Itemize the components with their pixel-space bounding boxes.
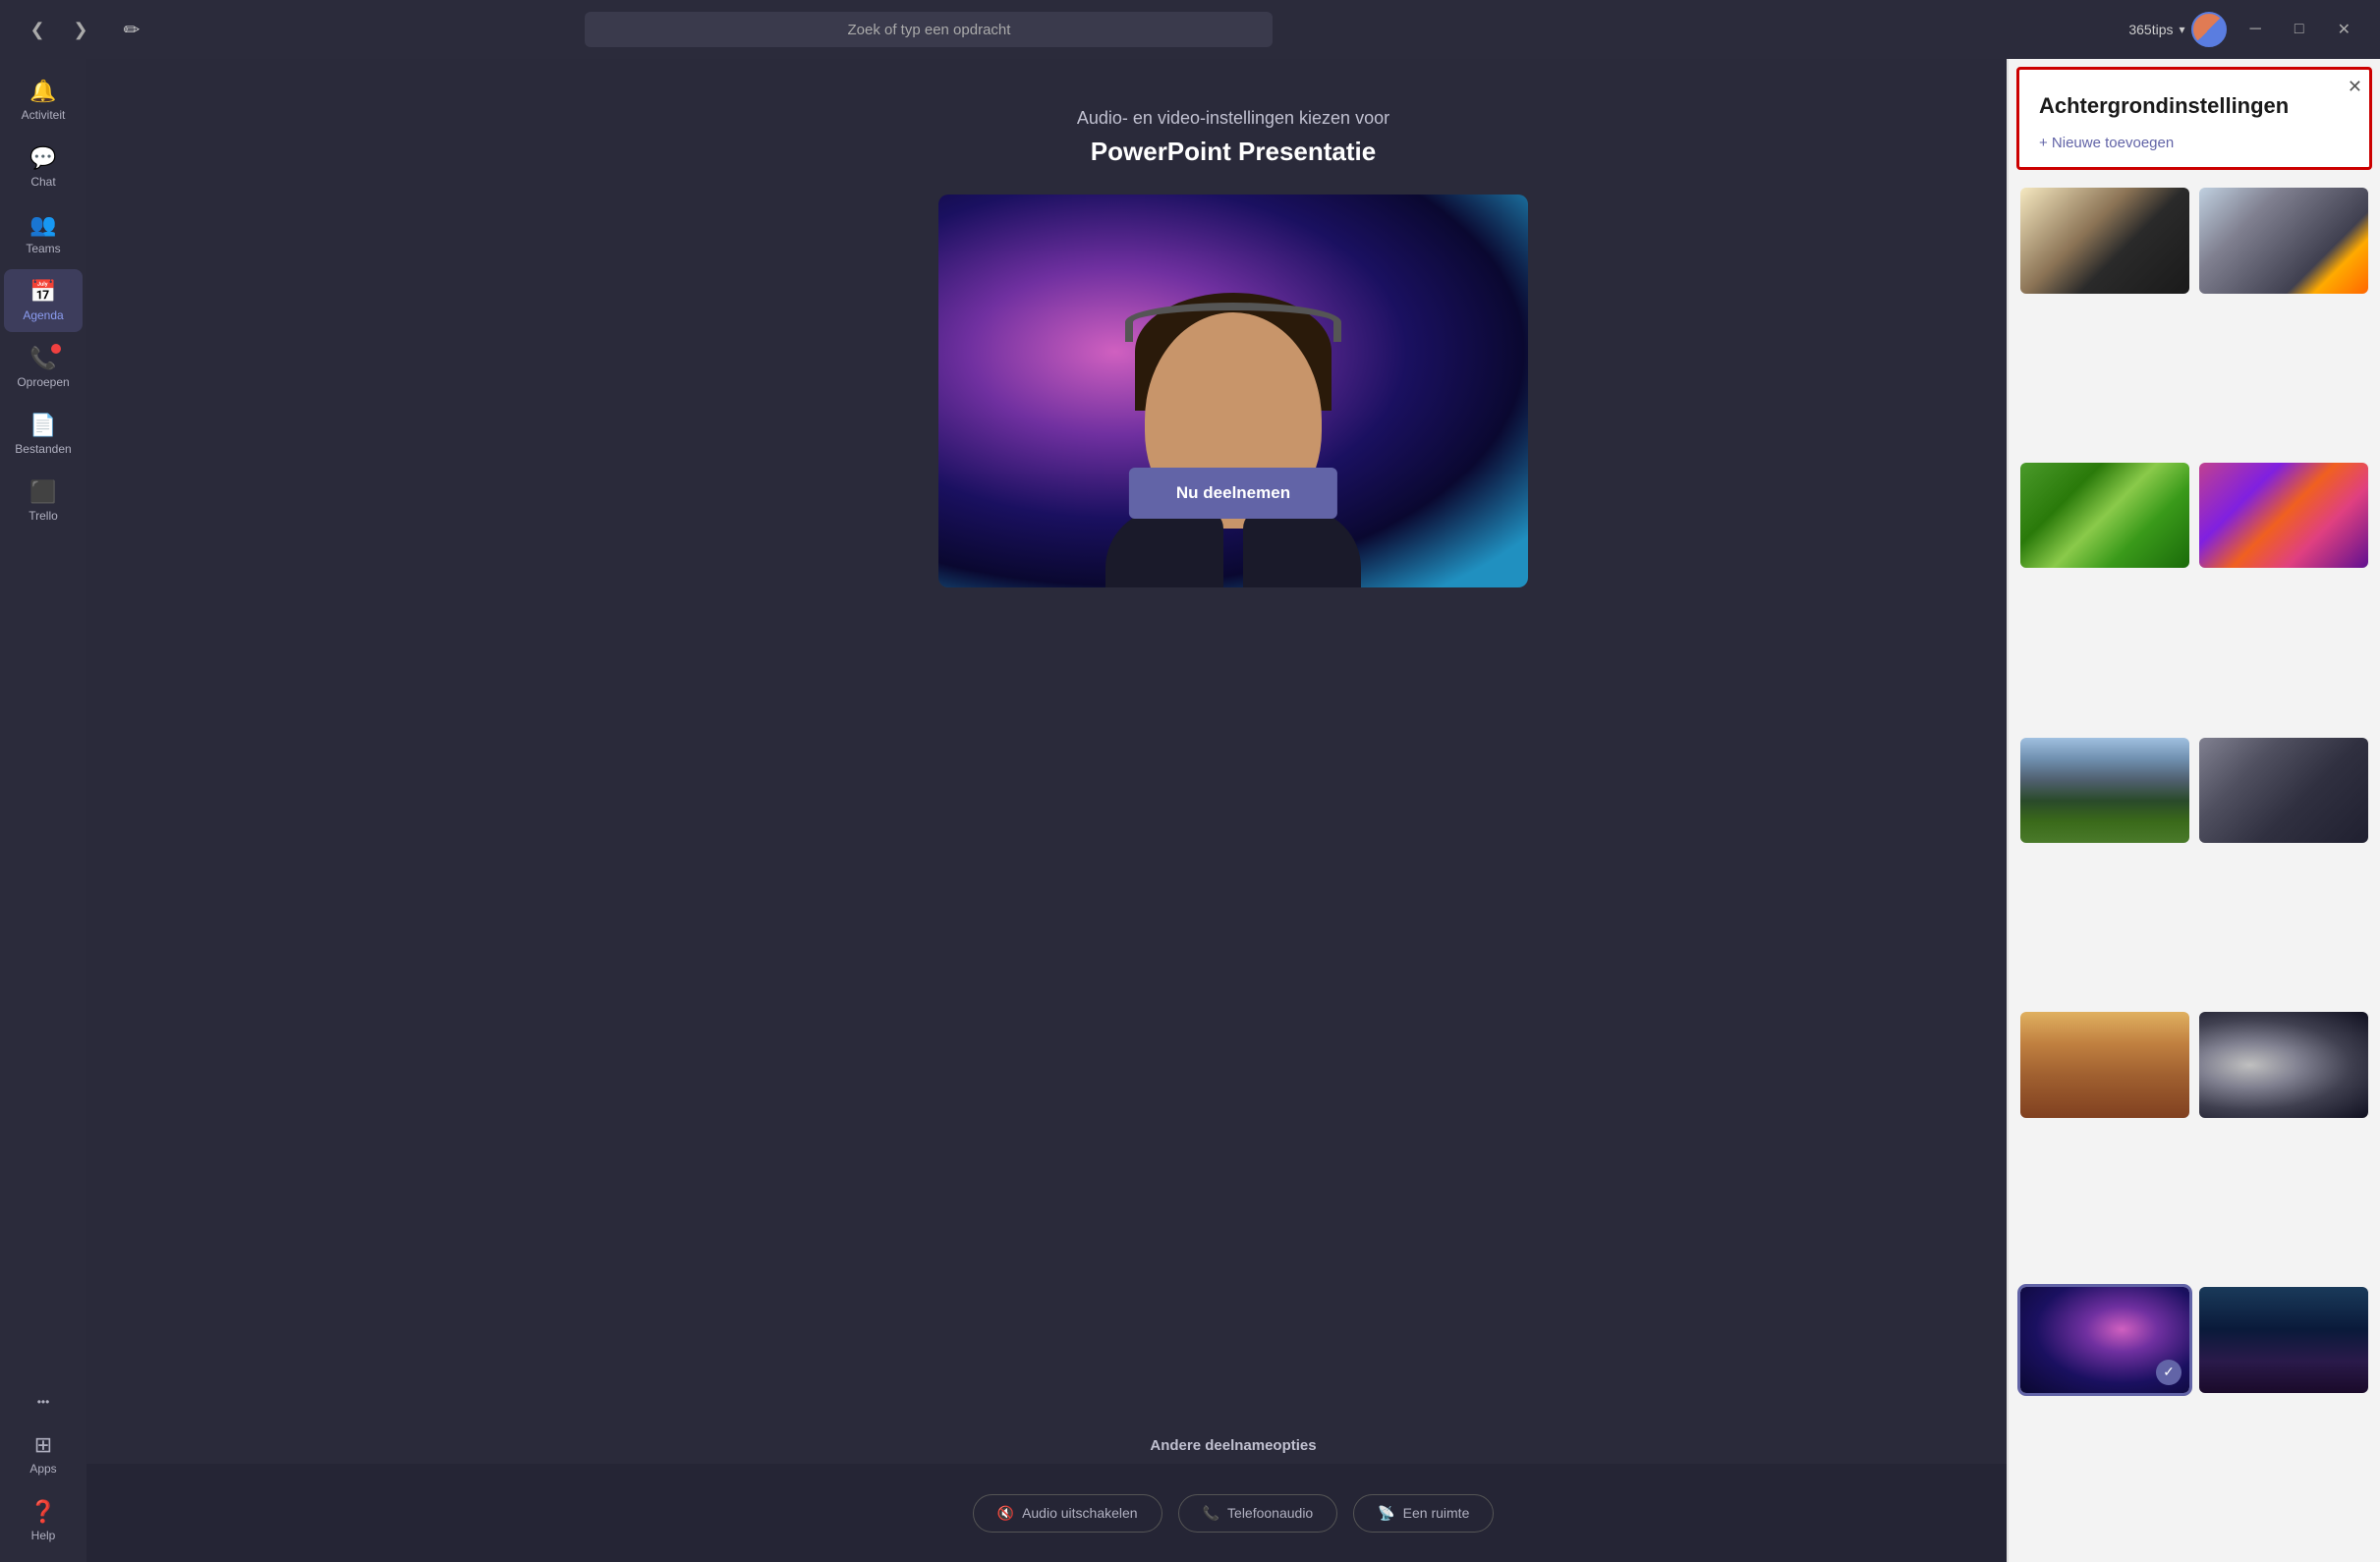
phone-audio-button[interactable]: 📞 Telefoonaudio xyxy=(1178,1494,1338,1533)
content-area: Audio- en video-instellingen kiezen voor… xyxy=(86,59,2380,1562)
sidebar-label-agenda: Agenda xyxy=(23,308,63,322)
sidebar-item-more[interactable]: ••• xyxy=(4,1385,83,1419)
files-icon: 📄 xyxy=(29,413,56,438)
phone-audio-label: Telefoonaudio xyxy=(1227,1505,1313,1521)
notification-dot xyxy=(51,344,61,354)
audio-off-label: Audio uitschakelen xyxy=(1022,1505,1138,1521)
sidebar-item-activiteit[interactable]: 🔔 Activiteit xyxy=(4,69,83,132)
bg-option-galaxy[interactable]: ✓ xyxy=(2020,1287,2189,1393)
video-preview: Nu deelnemen xyxy=(938,195,1528,587)
shoulder-right xyxy=(1243,509,1361,587)
meeting-subtitle: Audio- en video-instellingen kiezen voor xyxy=(1077,108,1389,129)
join-button[interactable]: Nu deelnemen xyxy=(1129,468,1337,519)
forward-button[interactable]: ❯ xyxy=(63,12,98,47)
room-label: Een ruimte xyxy=(1403,1505,1470,1521)
audio-off-button[interactable]: 🔇 Audio uitschakelen xyxy=(973,1494,1162,1533)
titlebar: ❮ ❯ ✏ Zoek of typ een opdracht 365tips ▾… xyxy=(0,0,2380,59)
sidebar-item-oproepen[interactable]: 📞 Oproepen xyxy=(4,336,83,399)
panel-title: Achtergrondinstellingen xyxy=(2039,93,2350,119)
room-button[interactable]: 📡 Een ruimte xyxy=(1353,1494,1494,1533)
headphones xyxy=(1125,303,1341,342)
sidebar-label-chat: Chat xyxy=(30,175,55,189)
more-icon: ••• xyxy=(37,1395,50,1409)
room-icon: 📡 xyxy=(1378,1505,1394,1522)
nav-buttons: ❮ ❯ xyxy=(20,12,98,47)
back-button[interactable]: ❮ xyxy=(20,12,55,47)
close-button[interactable]: ✕ xyxy=(2328,14,2360,45)
apps-icon: ⊞ xyxy=(34,1432,52,1458)
main-layout: 🔔 Activiteit 💬 Chat 👥 Teams 📅 Agenda 📞 O… xyxy=(0,59,2380,1562)
bg-option-mountains[interactable] xyxy=(2020,738,2189,844)
background-settings-panel: Achtergrondinstellingen ✕ + Nieuwe toevo… xyxy=(2007,59,2380,1562)
avatar xyxy=(2191,12,2227,47)
bg-option-archway[interactable] xyxy=(2020,1012,2189,1118)
options-row: 🔇 Audio uitschakelen 📞 Telefoonaudio 📡 E… xyxy=(973,1494,1495,1533)
chat-icon: 💬 xyxy=(29,145,56,171)
add-new-button[interactable]: + Nieuwe toevoegen xyxy=(2039,135,2350,151)
mute-icon: 🔇 xyxy=(997,1505,1014,1522)
compose-icon[interactable]: ✏ xyxy=(114,12,149,47)
bg-option-minecraft2[interactable] xyxy=(2199,463,2368,569)
sidebar-label-oproepen: Oproepen xyxy=(17,375,69,389)
join-button-overlay: Nu deelnemen xyxy=(1129,468,1337,519)
sidebar-label-bestanden: Bestanden xyxy=(15,442,71,456)
trello-icon: ⬛ xyxy=(29,479,56,505)
sidebar-item-apps[interactable]: ⊞ Apps xyxy=(4,1423,83,1485)
selected-checkmark: ✓ xyxy=(2156,1360,2182,1385)
bell-icon: 🔔 xyxy=(29,79,56,104)
sidebar-item-help[interactable]: ❓ Help xyxy=(4,1489,83,1552)
sidebar-bottom: ••• ⊞ Apps ❓ Help xyxy=(4,1385,83,1552)
bg-option-scifi[interactable] xyxy=(2199,738,2368,844)
bg-option-office[interactable] xyxy=(2199,188,2368,294)
sidebar-label-apps: Apps xyxy=(29,1462,56,1476)
person-preview xyxy=(1105,293,1361,587)
account-badge[interactable]: 365tips ▾ xyxy=(2128,12,2226,47)
sidebar-label-help: Help xyxy=(31,1529,56,1542)
background-grid: ✓ xyxy=(2009,178,2380,1562)
help-icon: ❓ xyxy=(29,1499,56,1525)
bg-option-classroom[interactable] xyxy=(2020,188,2189,294)
bg-option-minecraft1[interactable] xyxy=(2020,463,2189,569)
calendar-icon: 📅 xyxy=(29,279,56,305)
minimize-button[interactable]: ─ xyxy=(2240,15,2271,44)
search-bar[interactable]: Zoek of typ een opdracht xyxy=(585,12,1273,47)
add-icon: + Nieuwe toevoegen xyxy=(2039,135,2174,151)
titlebar-right: 365tips ▾ ─ □ ✕ xyxy=(2128,12,2360,47)
sidebar-label-teams: Teams xyxy=(26,242,60,255)
panel-close-button[interactable]: ✕ xyxy=(2348,77,2362,97)
teams-icon: 👥 xyxy=(29,212,56,238)
sidebar-item-chat[interactable]: 💬 Chat xyxy=(4,136,83,198)
bg-option-planet[interactable] xyxy=(2199,1287,2368,1393)
sidebar-item-teams[interactable]: 👥 Teams xyxy=(4,202,83,265)
sidebar-label-activiteit: Activiteit xyxy=(22,108,66,122)
search-placeholder: Zoek of typ een opdracht xyxy=(847,22,1010,38)
phone-icon: 📞 xyxy=(29,346,56,371)
sidebar: 🔔 Activiteit 💬 Chat 👥 Teams 📅 Agenda 📞 O… xyxy=(0,59,86,1562)
meeting-title-area: Audio- en video-instellingen kiezen voor… xyxy=(1077,108,1389,167)
sidebar-item-trello[interactable]: ⬛ Trello xyxy=(4,470,83,532)
shoulder-left xyxy=(1105,509,1223,587)
bg-option-space[interactable] xyxy=(2199,1012,2368,1118)
account-name: 365tips xyxy=(2128,22,2173,37)
panel-header: Achtergrondinstellingen ✕ + Nieuwe toevo… xyxy=(2016,67,2372,170)
maximize-button[interactable]: □ xyxy=(2285,15,2314,44)
other-options-label: Andere deelnameopties xyxy=(1150,1437,1316,1454)
sidebar-label-trello: Trello xyxy=(28,509,58,523)
sidebar-item-bestanden[interactable]: 📄 Bestanden xyxy=(4,403,83,466)
video-background xyxy=(938,195,1528,587)
chevron-down-icon: ▾ xyxy=(2180,23,2185,36)
phone-audio-icon: 📞 xyxy=(1203,1505,1219,1522)
sidebar-item-agenda[interactable]: 📅 Agenda xyxy=(4,269,83,332)
meeting-title: PowerPoint Presentatie xyxy=(1077,137,1389,167)
